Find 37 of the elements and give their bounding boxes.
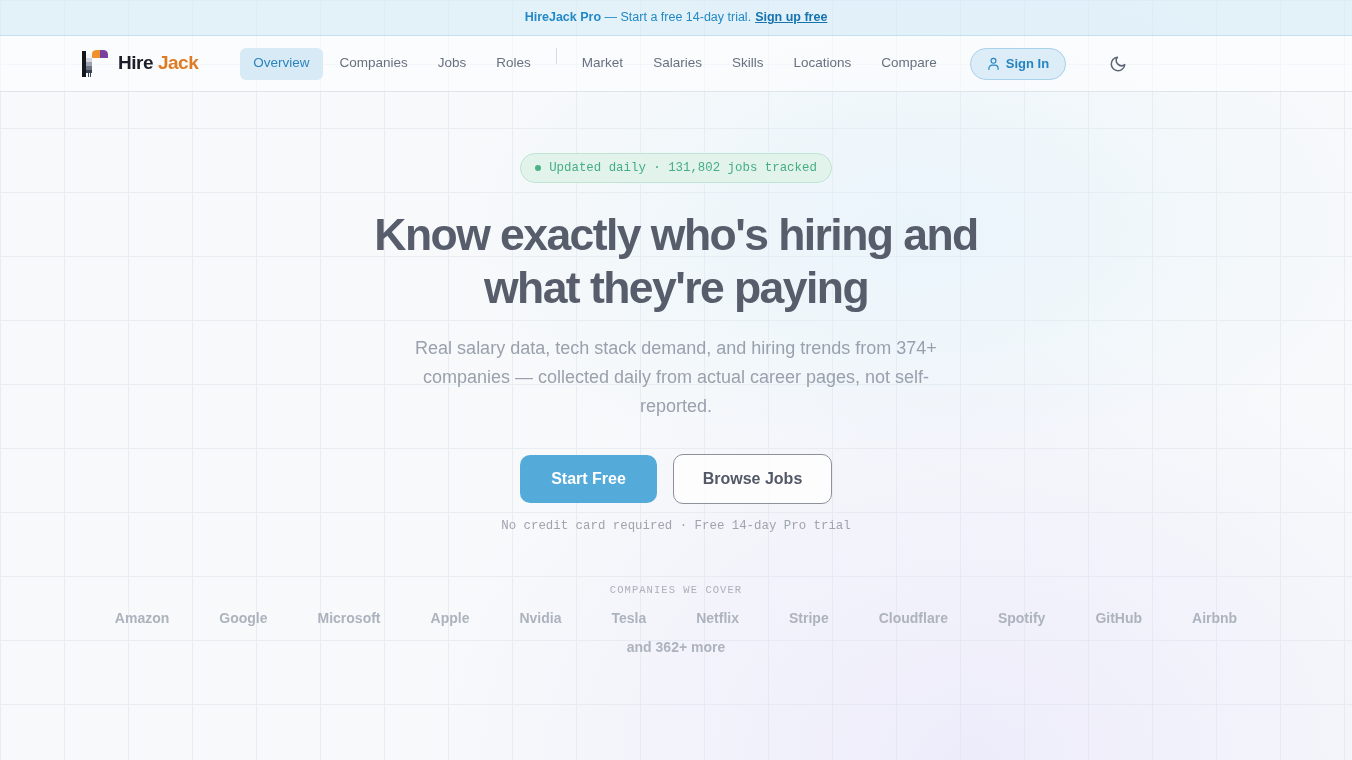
company-name: Amazon: [114, 609, 170, 629]
company-name: Netflix: [696, 609, 739, 629]
browse-jobs-button[interactable]: Browse Jobs: [673, 454, 832, 504]
nav-tab[interactable]: Overview: [240, 47, 323, 80]
promo-text: HireJack Pro — Start a free 14-day trial.: [524, 9, 752, 27]
company-name: Airbnb: [1192, 609, 1238, 629]
sign-in-button[interactable]: Sign In: [969, 47, 1067, 80]
nav-tab[interactable]: Locations: [780, 47, 865, 80]
company-name: Stripe: [789, 609, 829, 629]
status-dot-icon: [535, 165, 542, 171]
company-name: Nvidia: [519, 609, 562, 629]
nav-tab[interactable]: Salaries: [640, 47, 715, 80]
more-companies-text: and 362+ more: [626, 638, 726, 658]
nav-tab[interactable]: Skills: [718, 47, 777, 80]
badge-text: Updated daily · 131,802 jobs tracked: [549, 159, 817, 177]
company-name: Cloudflare: [878, 609, 948, 629]
nav-tab[interactable]: Companies: [326, 47, 421, 80]
logo-icon[interactable]: [82, 49, 110, 78]
company-name: Tesla: [611, 609, 647, 629]
company-name: GitHub: [1095, 609, 1143, 629]
nav-tab[interactable]: Market: [568, 47, 637, 80]
moon-icon[interactable]: [1109, 54, 1128, 73]
sign-up-link[interactable]: Sign up free: [755, 8, 828, 27]
company-name: Microsoft: [317, 609, 381, 629]
hero-subtitle: Real salary data, tech stack demand, and hiring trends from 374+ companies — collected daily from actual career pages, not self-reported.: [414, 337, 938, 418]
brand-name: Hire Jack: [118, 51, 199, 76]
user-icon: [986, 57, 1000, 70]
company-name: Google: [219, 609, 268, 629]
start-free-button[interactable]: Start Free: [520, 455, 657, 503]
company-name: Spotify: [997, 609, 1046, 629]
section-label: COMPANIES WE COVER: [609, 582, 743, 598]
hero-heading: Know exactly who's hiring and what they're paying: [373, 209, 979, 314]
company-name: Apple: [430, 609, 470, 629]
nav-tab[interactable]: Jobs: [424, 47, 480, 80]
nav-tab[interactable]: Roles: [483, 47, 544, 80]
nav-tab[interactable]: Compare: [868, 47, 950, 80]
note-text: No credit card required · Free 14-day Pro trial: [501, 518, 851, 535]
